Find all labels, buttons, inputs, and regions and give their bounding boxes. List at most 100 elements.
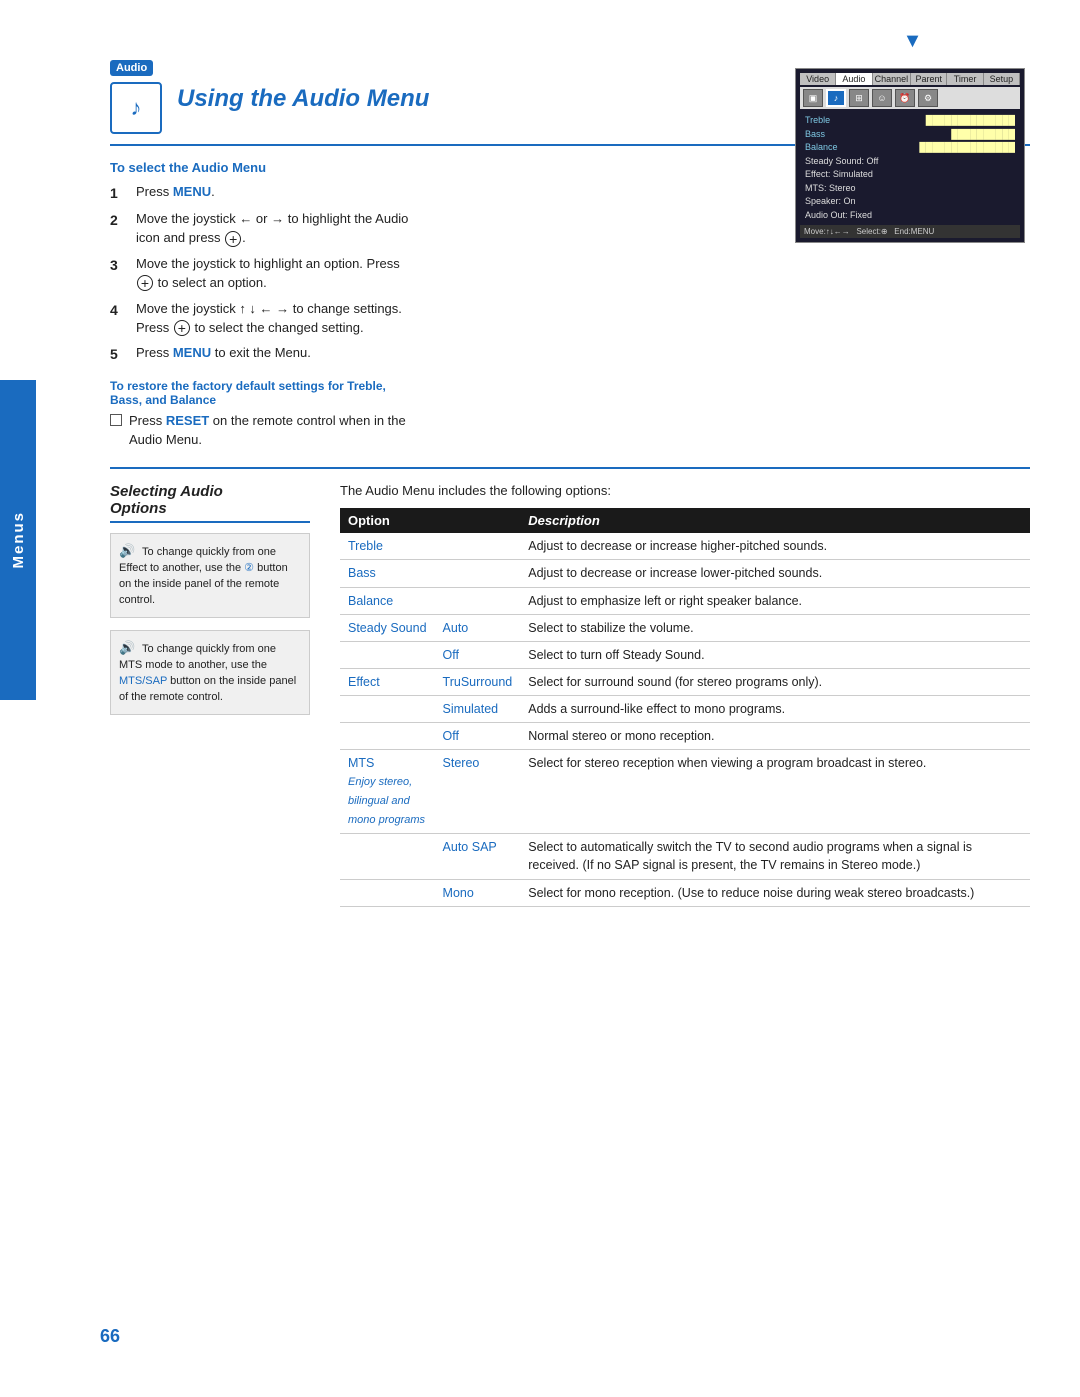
selecting-left: Selecting AudioOptions 🔊 To change quick… [110,483,310,906]
desc-effect-simulated: Adds a surround-like effect to mono prog… [520,696,1030,723]
tv-menu-content: Treble ██████████████ Bass ██████████ Ba… [800,111,1020,225]
table-header: Option Description [340,508,1030,533]
step-3-num: 3 [110,255,130,293]
tv-audio-out: Audio Out: Fixed [805,209,1015,223]
tv-label-bass: Bass [805,128,825,142]
tv-tab-timer: Timer [947,73,983,85]
table-row-balance: Balance Adjust to emphasize left or righ… [340,587,1030,614]
menus-tab-label: Menus [10,511,27,569]
selecting-title: Selecting AudioOptions [110,483,310,523]
tv-footer-text: Move:↑↓←→ Select:⊕ End:MENU [804,227,934,236]
tv-mockup: Video Audio Channel Parent Timer Setup ▣… [795,68,1025,243]
note-box-2: 🔊 To change quickly from one MTS mode to… [110,630,310,715]
sub-effect-off: Off [435,723,521,750]
step-4-num: 4 [110,300,130,338]
step-1: 1 Press MENU. [110,183,420,203]
table-header-row: Option Description [340,508,1030,533]
sub-bass [435,560,521,587]
selecting-intro: The Audio Menu includes the following op… [340,483,1030,498]
factory-note-item: Press RESET on the remote control when i… [110,412,420,450]
step-3-text: Move the joystick to highlight an option… [136,255,420,293]
sub-balance [435,587,521,614]
desc-effect-off: Normal stereo or mono reception. [520,723,1030,750]
factory-reset-heading: To restore the factory default settings … [110,379,420,407]
tv-footer: Move:↑↓←→ Select:⊕ End:MENU [800,225,1020,238]
circle-plus-4: + [174,320,190,336]
tv-icon-5: ⏰ [895,89,915,107]
tv-mts: MTS: Stereo [805,182,1015,196]
desc-mts-stereo: Select for stereo reception when viewing… [520,750,1030,834]
desc-bass: Adjust to decrease or increase lower-pit… [520,560,1030,587]
option-bass: Bass [340,560,435,587]
tv-tabs: Video Audio Channel Parent Timer Setup [800,73,1020,85]
tv-menu-row-treble: Treble ██████████████ [805,114,1015,128]
mts-italic-text: Enjoy stereo,bilingual andmono programs [348,776,425,826]
option-effect-blank2 [340,723,435,750]
main-content: Audio ♪ Using the Audio Menu ▼ Video Aud… [55,0,1080,937]
sub-treble [435,533,521,560]
option-steady-blank [340,641,435,668]
audio-icon-box: ♪ [110,82,162,134]
circle-plus-2: + [225,231,241,247]
desc-effect-tru: Select for surround sound (for stereo pr… [520,668,1030,695]
col-description: Description [520,508,1030,533]
col-sub [435,508,521,533]
tv-tab-video: Video [800,73,836,85]
header-section: Audio ♪ Using the Audio Menu ▼ Video Aud… [110,30,1030,134]
selecting-section: Selecting AudioOptions 🔊 To change quick… [110,483,1030,906]
note-text-2: To change quickly from one MTS mode to a… [119,643,296,703]
step-5-text: Press MENU to exit the Menu. [136,344,420,364]
step-5-num: 5 [110,344,130,364]
factory-note-text: Press RESET on the remote control when i… [129,412,420,450]
sub-steady-auto: Auto [435,614,521,641]
option-mts-blank1 [340,834,435,879]
table-row-effect-tru: Effect TruSurround Select for surround s… [340,668,1030,695]
checkbox-icon [110,414,122,426]
circle-2-ref: ② [244,562,254,574]
to-select-heading: To select the Audio Menu [110,160,420,175]
menu-keyword-5: MENU [173,345,211,360]
sub-effect-simulated: Simulated [435,696,521,723]
table-row-mts-autosap: Auto SAP Select to automatically switch … [340,834,1030,879]
tv-icon-6: ⚙ [918,89,938,107]
tv-tab-setup: Setup [984,73,1020,85]
col-option: Option [340,508,435,533]
step-3: 3 Move the joystick to highlight an opti… [110,255,420,293]
tv-arrow-container: ▼ [795,30,1030,60]
tv-steady-sound: Steady Sound: Off [805,155,1015,169]
table-row-treble: Treble Adjust to decrease or increase hi… [340,533,1030,560]
sub-mts-autosap: Auto SAP [435,834,521,879]
desc-mts-mono: Select for mono reception. (Use to reduc… [520,879,1030,906]
tv-tab-channel: Channel [873,73,912,85]
step-2-num: 2 [110,210,130,248]
step-1-num: 1 [110,183,130,203]
tv-bar-bass: ██████████ [951,128,1015,142]
tv-bar-treble: ██████████████ [926,114,1015,128]
section-divider [110,467,1030,469]
mts-sap-ref: MTS/SAP [119,675,167,687]
menu-keyword-1: MENU [173,184,211,199]
table-row-mts-stereo: MTS Enjoy stereo,bilingual andmono progr… [340,750,1030,834]
sub-mts-stereo: Stereo [435,750,521,834]
tv-bar-balance: ███████████████ [919,141,1015,155]
tv-mockup-wrapper: ▼ Video Audio Channel Parent Timer Setup… [795,30,1030,243]
note-box-1: 🔊 To change quickly from one Effect to a… [110,533,310,618]
option-balance: Balance [340,587,435,614]
tv-speaker: Speaker: On [805,195,1015,209]
audio-badge: Audio [110,60,153,76]
tv-menu-row-bass: Bass ██████████ [805,128,1015,142]
page-title: Using the Audio Menu [177,85,429,113]
tv-tab-audio: Audio [836,73,872,85]
tv-label-treble: Treble [805,114,830,128]
option-mts-blank2 [340,879,435,906]
table-row-steady-auto: Steady Sound Auto Select to stabilize th… [340,614,1030,641]
tv-icon-1: ▣ [803,89,823,107]
page-container: Menus Audio ♪ Using the Audio Menu ▼ Vid… [0,0,1080,1397]
sub-mts-mono: Mono [435,879,521,906]
arrow-down-icon: ▼ [903,30,923,52]
table-row-effect-off: Off Normal stereo or mono reception. [340,723,1030,750]
option-mts: MTS Enjoy stereo,bilingual andmono progr… [340,750,435,834]
step-1-text: Press MENU. [136,183,420,203]
sub-steady-off: Off [435,641,521,668]
reset-keyword: RESET [166,413,209,428]
